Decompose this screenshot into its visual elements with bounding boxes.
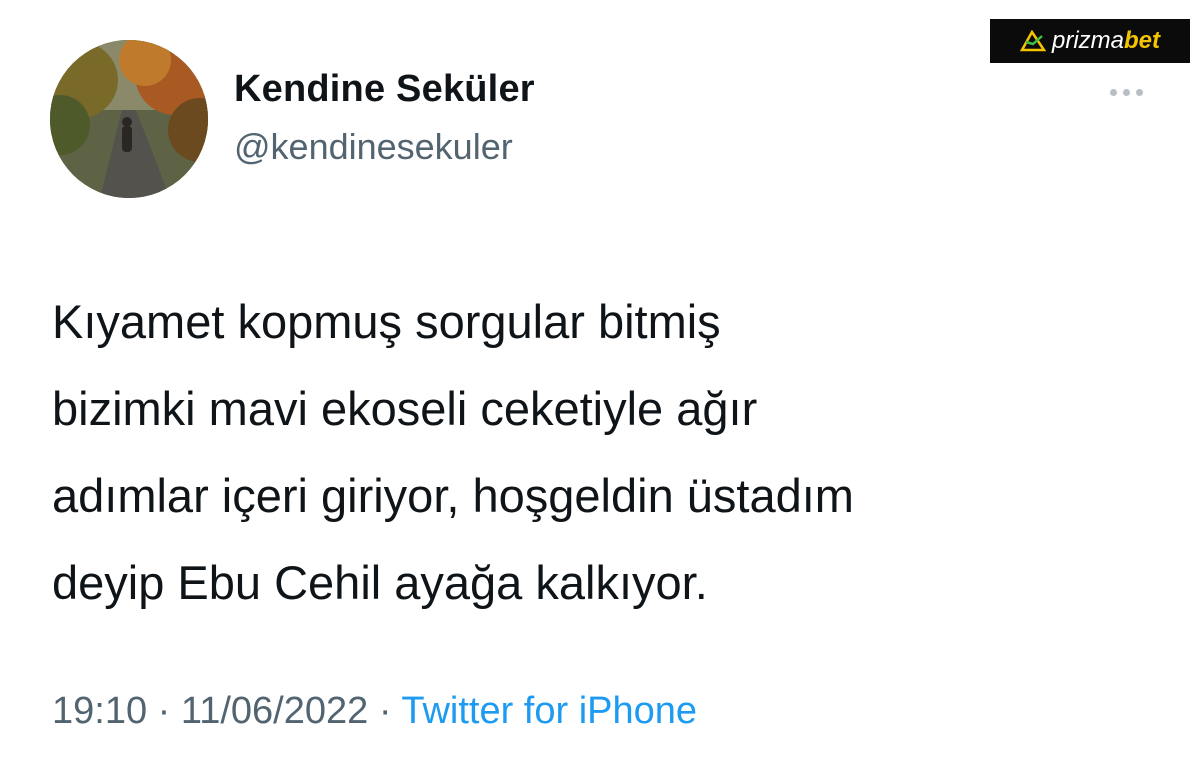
tweet-text-line: bizimki mavi ekoseli ceketiyle ağır <box>52 382 758 435</box>
more-options-button[interactable] <box>1098 80 1154 104</box>
tweet-date[interactable]: 11/06/2022 <box>181 690 368 732</box>
more-dots-icon <box>1122 88 1130 96</box>
avatar[interactable] <box>50 40 208 198</box>
prizmabet-wordmark: prizmabet <box>1052 27 1160 55</box>
avatar-photo-icon <box>50 40 208 198</box>
tweet-card: Kendine Seküler @kendinesekuler prizmabe… <box>0 0 1200 774</box>
more-dots-icon <box>1109 88 1117 96</box>
author-display-name[interactable]: Kendine Seküler <box>234 68 535 111</box>
prizmabet-watermark: prizmabet <box>990 19 1190 63</box>
tweet-text-line: adımlar içeri giriyor, hoşgeldin üstadım <box>52 469 854 522</box>
tweet-text-line: Kıyamet kopmuş sorgular bitmiş <box>52 295 721 348</box>
more-dots-icon <box>1135 88 1143 96</box>
prizmabet-wordmark-accent: bet <box>1124 27 1160 54</box>
meta-separator: · <box>157 690 171 732</box>
tweet-source-link[interactable]: Twitter for iPhone <box>401 690 697 732</box>
tweet-text-line: deyip Ebu Cehil ayağa kalkıyor. <box>52 556 708 609</box>
prizmabet-logo-icon <box>1019 30 1046 52</box>
prizmabet-wordmark-main: prizma <box>1051 27 1124 54</box>
tweet-text: Kıyamet kopmuş sorgular bitmiş bizimki m… <box>52 278 1172 626</box>
meta-separator: · <box>378 690 392 732</box>
author-handle[interactable]: @kendinesekuler <box>234 126 513 168</box>
tweet-time[interactable]: 19:10 <box>52 690 147 732</box>
tweet-meta: 19:10 · 11/06/2022 · Twitter for iPhone <box>52 690 697 733</box>
